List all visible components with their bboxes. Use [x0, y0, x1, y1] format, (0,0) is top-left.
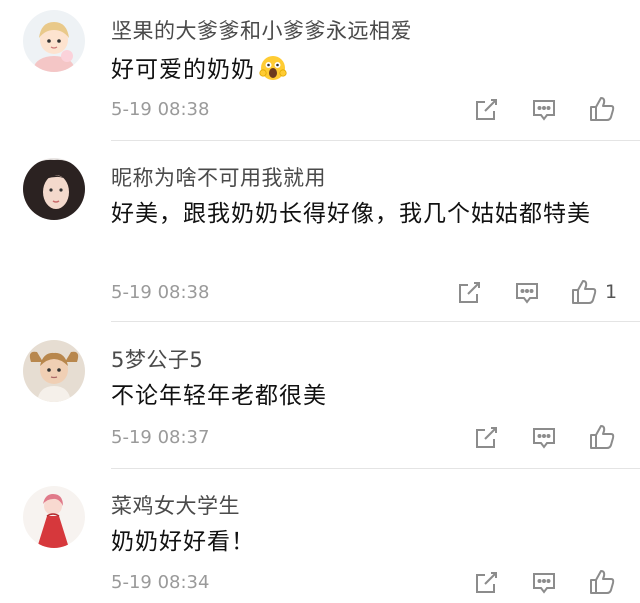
share-icon[interactable]: [472, 424, 500, 452]
scream-face-emoji: [259, 54, 287, 93]
username[interactable]: 坚果的大爹爹和小爹爹永远相爱: [111, 15, 412, 45]
timestamp: 5-19 08:38: [111, 99, 210, 120]
like-count: 1: [605, 281, 618, 303]
share-icon[interactable]: [472, 96, 500, 124]
comment-icon[interactable]: [513, 279, 541, 307]
username[interactable]: 昵称为啥不可用我就用: [111, 162, 326, 192]
comment-text: 好可爱的奶奶: [111, 52, 611, 93]
username[interactable]: 5梦公子5: [111, 344, 203, 374]
comment-text-body: 好可爱的奶奶: [111, 57, 255, 83]
comment-text: 不论年轻年老都很美: [111, 383, 327, 409]
comment-icon[interactable]: [530, 424, 558, 452]
thumbs-up-icon[interactable]: [588, 95, 616, 123]
thumbs-up-icon[interactable]: [570, 278, 598, 306]
divider: [111, 321, 640, 322]
comment-icon[interactable]: [530, 96, 558, 124]
avatar[interactable]: [23, 10, 85, 72]
share-icon[interactable]: [455, 279, 483, 307]
thumbs-up-icon[interactable]: [588, 423, 616, 451]
timestamp: 5-19 08:38: [111, 282, 210, 303]
username[interactable]: 菜鸡女大学生: [111, 490, 240, 520]
timestamp: 5-19 08:37: [111, 427, 210, 448]
divider: [111, 140, 640, 141]
avatar[interactable]: [23, 340, 85, 402]
avatar[interactable]: [23, 486, 85, 548]
divider: [111, 468, 640, 469]
thumbs-up-icon[interactable]: [588, 568, 616, 596]
comment-text: 奶奶好好看！: [111, 529, 255, 555]
share-icon[interactable]: [472, 569, 500, 597]
timestamp: 5-19 08:34: [111, 572, 210, 593]
comment-text: 好美，跟我奶奶长得好像，我几个姑姑都特美: [111, 201, 591, 227]
avatar[interactable]: [23, 158, 85, 220]
comment-icon[interactable]: [530, 569, 558, 597]
